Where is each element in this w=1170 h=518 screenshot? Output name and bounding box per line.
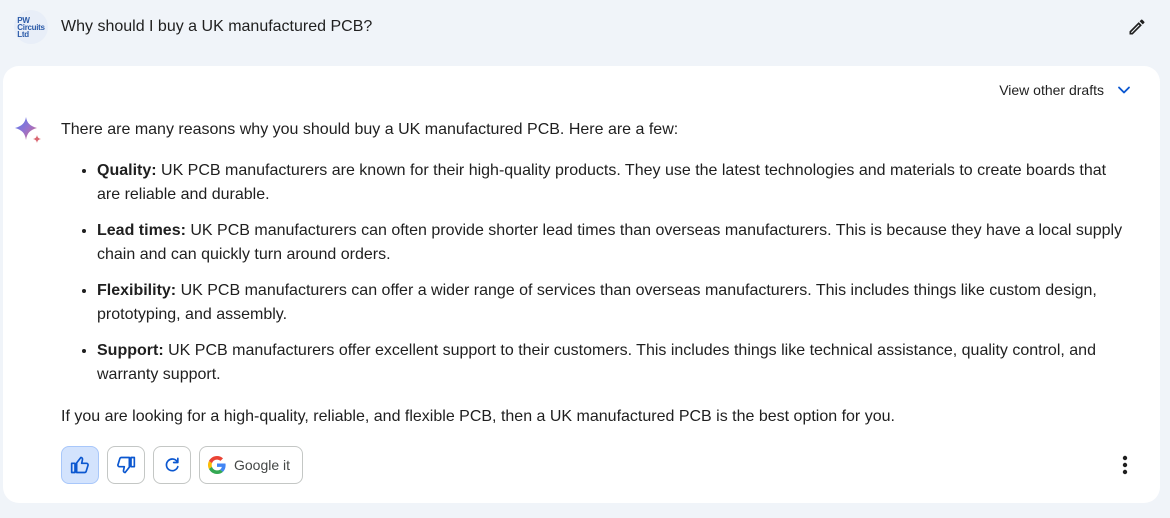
response-outro: If you are looking for a high-quality, r… — [61, 408, 895, 425]
response-body: There are many reasons why you should bu… — [61, 118, 1131, 429]
thumbs-down-icon — [117, 456, 136, 474]
regenerate-button[interactable] — [153, 446, 191, 484]
pencil-icon — [1129, 19, 1145, 35]
thumbs-up-button[interactable] — [61, 446, 99, 484]
list-item-term: Quality: — [97, 162, 157, 179]
list-item-text: UK PCB manufacturers can offer a wider r… — [97, 282, 1097, 323]
avatar: PW Circuits Ltd — [14, 10, 48, 44]
avatar-logo: PW Circuits Ltd — [17, 15, 45, 39]
thumbs-down-button[interactable] — [107, 446, 145, 484]
list-item-text: UK PCB manufacturers offer excellent sup… — [97, 342, 1096, 383]
user-prompt: Why should I buy a UK manufactured PCB? — [61, 18, 373, 35]
list-item: Flexibility: UK PCB manufacturers can of… — [97, 278, 1131, 327]
reasons-list: Quality: UK PCB manufacturers are known … — [61, 158, 1131, 387]
list-item: Lead times: UK PCB manufacturers can oft… — [97, 218, 1131, 267]
view-other-drafts-button[interactable]: View other drafts — [999, 80, 1134, 100]
list-item-term: Lead times: — [97, 222, 186, 239]
response-card: View other drafts There are many reasons… — [3, 66, 1160, 503]
google-it-button[interactable]: Google it — [199, 446, 304, 484]
response-intro: There are many reasons why you should bu… — [61, 121, 679, 138]
sparkle-icon — [15, 117, 41, 143]
thumbs-up-icon — [70, 456, 89, 474]
response-actions: Google it — [61, 446, 304, 484]
more-vertical-icon — [1122, 455, 1128, 475]
list-item: Quality: UK PCB manufacturers are known … — [97, 158, 1131, 207]
more-options-button[interactable] — [1112, 452, 1138, 478]
google-it-label: Google it — [234, 457, 291, 473]
refresh-icon — [165, 457, 179, 472]
list-item-text: UK PCB manufacturers are known for their… — [97, 162, 1107, 203]
list-item: Support: UK PCB manufacturers offer exce… — [97, 338, 1131, 387]
view-other-drafts-label: View other drafts — [999, 82, 1104, 98]
list-item-term: Support: — [97, 342, 164, 359]
google-g-icon — [208, 456, 226, 474]
edit-prompt-button[interactable] — [1122, 12, 1152, 42]
chevron-down-icon — [1118, 86, 1130, 94]
list-item-text: UK PCB manufacturers can often provide s… — [97, 222, 1123, 263]
list-item-term: Flexibility: — [97, 282, 177, 299]
